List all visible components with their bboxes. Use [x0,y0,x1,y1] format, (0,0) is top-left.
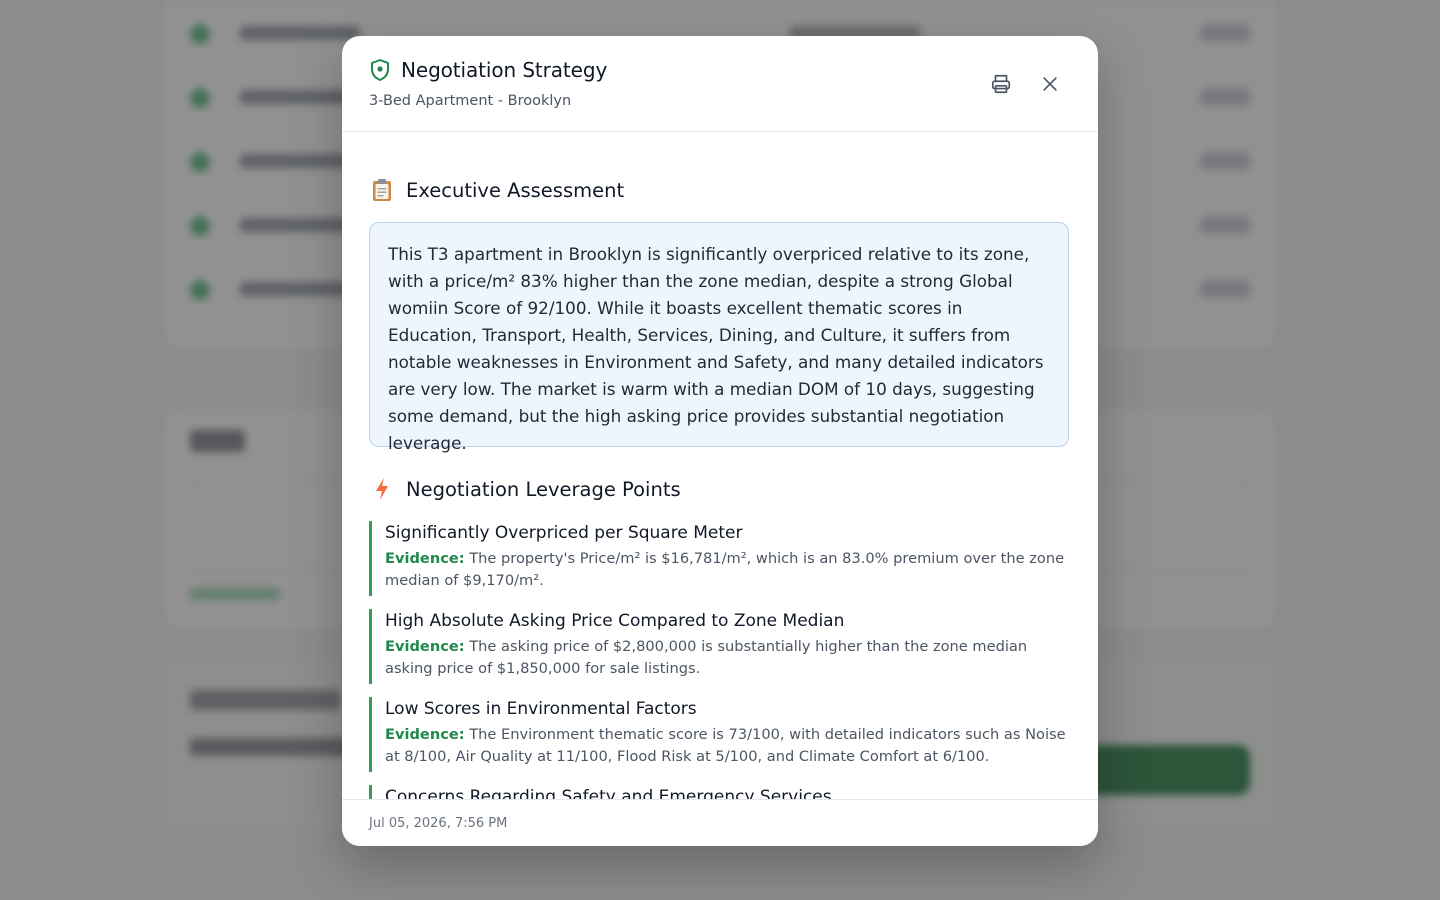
close-button[interactable] [1034,68,1066,100]
leverage-heading: Negotiation Leverage Points [406,477,681,501]
leverage-point: High Absolute Asking Price Compared to Z… [369,609,1069,684]
leverage-point-title: Low Scores in Environmental Factors [385,699,697,719]
print-button[interactable] [985,68,1017,100]
modal-footer: Jul 05, 2026, 7:56 PM [342,799,1098,846]
evidence-label: Evidence: [385,638,465,655]
evidence-label: Evidence: [385,726,465,743]
close-icon [1043,77,1057,91]
leverage-point-title: Concerns Regarding Safety and Emergency … [385,787,832,800]
assessment-text: This T3 apartment in Brooklyn is signifi… [369,222,1069,453]
modal-body[interactable]: Executive Assessment This T3 apartment i… [342,132,1098,800]
leverage-point-title: Significantly Overpriced per Square Mete… [385,523,743,543]
assessment-section-header: Executive Assessment [369,177,624,203]
modal-title: Negotiation Strategy [401,58,608,82]
modal-subtitle: 3-Bed Apartment - Brooklyn [369,93,572,109]
evidence-text: The property's Price/m² is $16,781/m², w… [385,550,1065,589]
leverage-point-evidence: Evidence: The asking price of $2,800,000… [385,636,1069,680]
leverage-section-header: Negotiation Leverage Points [369,476,681,502]
leverage-point-evidence: Evidence: The Environment thematic score… [385,724,1069,768]
evidence-label: Evidence: [385,550,465,567]
modal-header: Negotiation Strategy 3-Bed Apartment - B… [342,36,1098,132]
leverage-point: Significantly Overpriced per Square Mete… [369,521,1069,596]
leverage-point: Low Scores in Environmental Factors Evid… [369,697,1069,772]
lightning-icon [369,476,395,502]
shield-location-icon [371,59,389,81]
leverage-point-title: High Absolute Asking Price Compared to Z… [385,611,845,631]
clipboard-icon [369,177,395,203]
evidence-text: The asking price of $2,800,000 is substa… [385,638,1028,677]
printer-icon [991,74,1011,94]
assessment-heading: Executive Assessment [406,178,625,202]
leverage-point-evidence: Evidence: The property's Price/m² is $16… [385,548,1069,592]
timestamp: Jul 05, 2026, 7:56 PM [369,816,508,831]
evidence-text: The Environment thematic score is 73/100… [385,726,1066,765]
negotiation-strategy-modal: Negotiation Strategy 3-Bed Apartment - B… [342,36,1098,846]
leverage-point: Concerns Regarding Safety and Emergency … [369,785,1069,800]
